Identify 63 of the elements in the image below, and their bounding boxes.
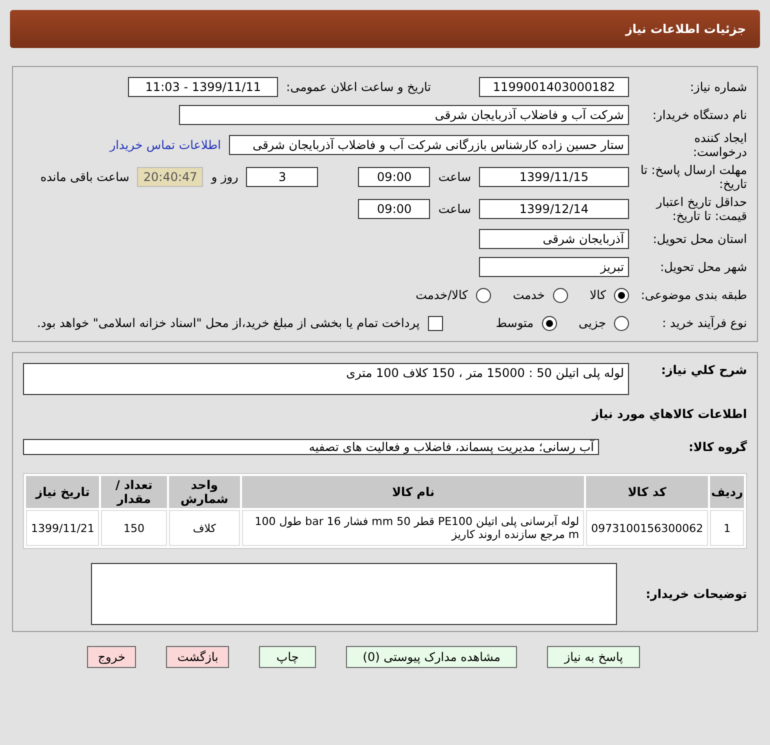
radio-button[interactable] bbox=[542, 316, 557, 330]
field-label: حداقل تاریخ اعتبار قیمت: تا تاریخ: bbox=[654, 195, 747, 223]
field-label: شماره نیاز: bbox=[689, 80, 747, 94]
radio-label: خدمت bbox=[512, 288, 545, 302]
remaining-time-field: 20:40:47 bbox=[137, 167, 204, 187]
buyer-field: شرکت آب و فاضلاب آذربایجان شرقی bbox=[179, 105, 629, 125]
checkbox-label: پرداخت تمام یا بخشی از مبلغ خرید،از محل "اسناد خزانه اسلامی" خواهد بود. bbox=[37, 316, 420, 330]
field-label: شرح کلي نياز: bbox=[660, 363, 747, 377]
column-header: واحد شمارش bbox=[168, 476, 240, 508]
column-header: نام کالا bbox=[242, 476, 584, 508]
table-cell: کلاف bbox=[168, 510, 240, 546]
field-label: طبقه بندی موضوعی: bbox=[640, 288, 747, 302]
field-label: تاریخ و ساعت اعلان عمومی: bbox=[286, 80, 431, 94]
action-button[interactable]: پاسخ به نیاز bbox=[547, 646, 640, 668]
radio-button[interactable] bbox=[614, 316, 629, 330]
table-cell: 0973100156300062 bbox=[586, 510, 708, 546]
field-label: نوع فرآیند خرید : bbox=[661, 316, 747, 330]
column-header: تاریخ نیاز bbox=[26, 476, 100, 508]
field-label: نام دستگاه خریدار: bbox=[652, 108, 747, 122]
field-label: روز و bbox=[211, 170, 238, 184]
field-label: توضیحات خریدار: bbox=[644, 587, 747, 601]
action-button[interactable]: بازگشت bbox=[166, 646, 230, 668]
field-label: گروه کالا: bbox=[688, 440, 747, 454]
header-title: جزئیات اطلاعات نیاز bbox=[625, 22, 746, 36]
field-label: ساعت باقی مانده bbox=[40, 170, 130, 184]
field-label: شهر محل تحویل: bbox=[659, 260, 747, 274]
date-field: 1399/12/14 bbox=[479, 199, 629, 219]
province-field: آذربایجان شرقی bbox=[479, 229, 629, 249]
radio-label: کالا/خدمت bbox=[416, 288, 468, 302]
radio-label: متوسط bbox=[496, 316, 534, 330]
action-button[interactable]: چاپ bbox=[259, 646, 316, 668]
table-cell: 1399/11/21 bbox=[26, 510, 100, 546]
need-number-field: 1199001403000182 bbox=[479, 77, 629, 97]
goods-group-field: آب رسانی؛ مدیریت پسماند، فاضلاب و فعالیت های تصفیه bbox=[23, 439, 599, 455]
days-field: 3 bbox=[246, 167, 318, 187]
date-field: 1399/11/15 bbox=[479, 167, 629, 187]
section-heading: اطلاعات کالاهاي مورد نياز bbox=[590, 407, 747, 421]
announce-date-field: 1399/11/11 - 11:03 bbox=[128, 77, 278, 97]
column-header: کد کالا bbox=[586, 476, 708, 508]
table-cell: 1 bbox=[710, 510, 744, 546]
action-button[interactable]: مشاهده مدارک پیوستی (0) bbox=[346, 646, 518, 668]
radio-button[interactable] bbox=[614, 288, 629, 302]
creator-field: ستار حسین زاده کارشناس بازرگانی شرکت آب و فاضلاب آذربایجان شرقی bbox=[229, 135, 629, 155]
city-field: تبریز bbox=[479, 257, 629, 277]
radio-label: کالا bbox=[590, 288, 606, 302]
field-label: استان محل تحویل: bbox=[652, 232, 747, 246]
description-field: لوله پلی اتیلن 50 : 15000 متر ، 150 کلاف 100 متری bbox=[23, 363, 629, 395]
checkbox[interactable] bbox=[428, 316, 443, 330]
action-button[interactable]: خروج bbox=[86, 646, 136, 668]
time-field: 09:00 bbox=[358, 199, 430, 219]
field-label: ایجاد کننده درخواست: bbox=[692, 131, 747, 159]
column-header: تعداد / مقدار bbox=[101, 476, 166, 508]
table-cell: لوله آبرسانی پلی اتیلن PE100 قطر 50 mm فشار 16 bar طول 100 m مرجع سازنده اروند کاریز bbox=[242, 510, 584, 546]
time-field: 09:00 bbox=[358, 167, 430, 187]
field-label: مهلت ارسال پاسخ: تا تاریخ: bbox=[639, 163, 747, 191]
field-label: ساعت bbox=[438, 202, 471, 216]
radio-button[interactable] bbox=[476, 288, 491, 302]
column-header: ردیف bbox=[710, 476, 744, 508]
table-cell: 150 bbox=[101, 510, 166, 546]
radio-label: جزیی bbox=[578, 316, 606, 330]
field-label: ساعت bbox=[438, 170, 471, 184]
buyer-contact-link[interactable]: اطلاعات تماس خریدار bbox=[110, 138, 221, 152]
radio-button[interactable] bbox=[552, 288, 568, 302]
